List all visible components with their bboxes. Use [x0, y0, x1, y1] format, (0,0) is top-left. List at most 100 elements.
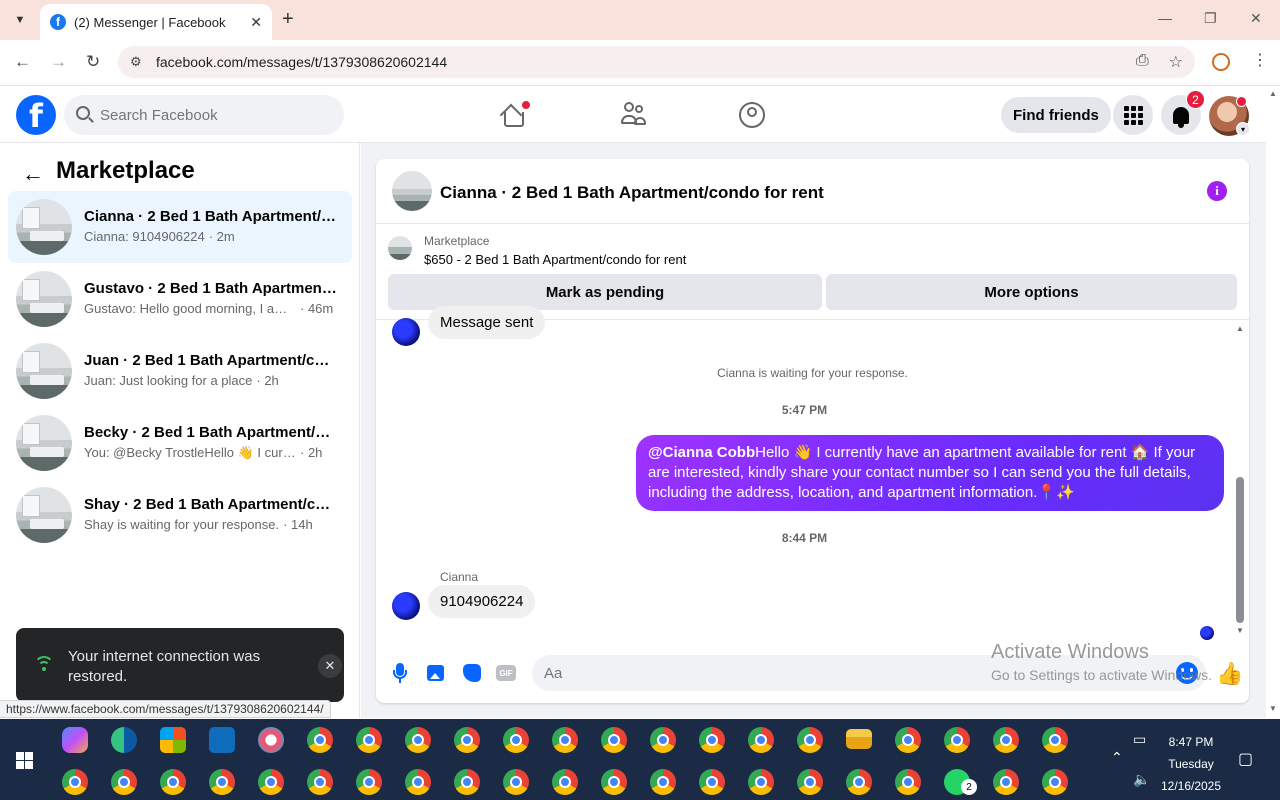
conversation-item[interactable]: Gustavo · 2 Bed 1 Bath Apartment/condo f… — [8, 263, 352, 335]
mark-as-pending-button[interactable]: Mark as pending — [388, 274, 822, 310]
page-scrollbar[interactable]: ▲ ▼ — [1266, 87, 1280, 718]
conversation-item[interactable]: Becky · 2 Bed 1 Bath Apartment/condo for… — [8, 407, 352, 479]
chrome-icon[interactable] — [307, 769, 333, 795]
bookmark-star-icon[interactable]: ☆ — [1169, 52, 1183, 72]
chat-title[interactable]: Cianna · 2 Bed 1 Bath Apartment/condo fo… — [440, 183, 824, 203]
chrome-icon[interactable] — [552, 727, 578, 753]
groups-nav-icon[interactable] — [738, 101, 766, 129]
chrome-icon[interactable] — [699, 727, 725, 753]
chrome-icon[interactable] — [895, 727, 921, 753]
chrome-icon[interactable] — [405, 769, 431, 795]
tray-chevron-icon[interactable]: ⌃ — [1111, 749, 1123, 766]
chrome-icon[interactable] — [944, 727, 970, 753]
more-options-button[interactable]: More options — [826, 274, 1237, 310]
facebook-search[interactable] — [64, 95, 344, 135]
chrome-icon[interactable] — [601, 727, 627, 753]
chat-scrollbar[interactable]: ▲ ▼ — [1233, 320, 1247, 640]
chrome-icon[interactable] — [454, 769, 480, 795]
thumbs-up-icon[interactable]: 👍 — [1216, 661, 1243, 687]
chrome-icon[interactable] — [748, 727, 774, 753]
chrome-icon[interactable] — [1042, 727, 1068, 753]
chrome-icon[interactable] — [503, 769, 529, 795]
friends-nav-icon[interactable] — [620, 101, 648, 129]
chrome-icon[interactable] — [356, 727, 382, 753]
chrome-icon[interactable] — [503, 727, 529, 753]
app-icon[interactable] — [258, 727, 284, 753]
info-icon[interactable]: i — [1207, 181, 1227, 201]
conversation-item[interactable]: Cianna · 2 Bed 1 Bath Apartment/condo fo… — [8, 191, 352, 263]
minimize-icon[interactable]: — — [1158, 10, 1172, 26]
chat-avatar[interactable] — [392, 171, 432, 211]
edge-icon[interactable] — [111, 727, 137, 753]
chrome-icon[interactable] — [405, 727, 431, 753]
volume-icon[interactable]: 🔈 — [1133, 771, 1150, 788]
photo-icon[interactable] — [426, 663, 446, 683]
tab-title: (2) Messenger | Facebook — [74, 14, 226, 30]
facebook-logo-icon[interactable]: f — [16, 95, 56, 135]
address-bar[interactable]: ⚙ facebook.com/messages/t/13793086206021… — [118, 46, 1195, 78]
chrome-icon[interactable] — [454, 727, 480, 753]
windows-start-icon[interactable] — [16, 752, 33, 769]
find-friends-button[interactable]: Find friends — [1001, 97, 1111, 133]
store-icon[interactable] — [160, 727, 186, 753]
network-icon[interactable]: ▭ — [1133, 731, 1146, 748]
browser-profile-icon[interactable] — [1212, 53, 1230, 71]
search-input[interactable] — [100, 106, 320, 124]
listing-title[interactable]: $650 - 2 Bed 1 Bath Apartment/condo for … — [424, 252, 686, 267]
scroll-down-icon[interactable]: ▼ — [1236, 626, 1244, 635]
window-close-icon[interactable]: ✕ — [1250, 10, 1262, 27]
microphone-icon[interactable] — [390, 663, 410, 683]
tab-close-icon[interactable]: ✕ — [250, 14, 262, 31]
chevron-down-icon[interactable]: ▾ — [1236, 122, 1250, 136]
conversation-item[interactable]: Shay · 2 Bed 1 Bath Apartment/condo for … — [8, 479, 352, 551]
chrome-icon[interactable] — [601, 769, 627, 795]
chrome-icon[interactable] — [797, 769, 823, 795]
chrome-icon[interactable] — [699, 769, 725, 795]
browser-tab-messenger[interactable]: f (2) Messenger | Facebook ✕ — [40, 4, 272, 40]
page-scroll-down-icon[interactable]: ▼ — [1269, 704, 1277, 713]
mention[interactable]: @Cianna Cobb — [648, 444, 755, 461]
chrome-icon[interactable] — [993, 727, 1019, 753]
chrome-icon[interactable] — [111, 769, 137, 795]
tray-clock[interactable]: 8:47 PM Tuesday 12/16/2025 — [1160, 731, 1222, 797]
chrome-icon[interactable] — [258, 769, 284, 795]
reload-icon[interactable]: ↻ — [86, 52, 100, 72]
tab-search-button[interactable]: ▼ — [6, 7, 34, 33]
chrome-icon[interactable] — [895, 769, 921, 795]
scroll-up-icon[interactable]: ▲ — [1236, 324, 1244, 333]
copilot-icon[interactable] — [62, 727, 88, 753]
file-explorer-icon[interactable] — [846, 729, 872, 749]
conversation-item[interactable]: Juan · 2 Bed 1 Bath Apartment/condo for … — [8, 335, 352, 407]
gif-icon[interactable]: GIF — [496, 663, 518, 683]
chrome-icon[interactable] — [356, 769, 382, 795]
chrome-icon[interactable] — [160, 769, 186, 795]
site-info-icon[interactable]: ⚙ — [130, 54, 142, 70]
forward-icon[interactable]: → — [50, 52, 67, 72]
sticker-icon[interactable] — [462, 663, 482, 683]
back-icon[interactable]: ← — [14, 52, 31, 72]
chrome-icon[interactable] — [748, 769, 774, 795]
chrome-icon[interactable] — [209, 769, 235, 795]
notification-center-icon[interactable]: ▢ — [1238, 749, 1253, 769]
new-tab-icon[interactable]: + — [282, 8, 294, 31]
chrome-icon[interactable] — [650, 727, 676, 753]
toast-close-icon[interactable]: ✕ — [318, 654, 342, 678]
install-app-icon[interactable]: ⎙ — [1136, 52, 1149, 72]
chrome-icon[interactable] — [1042, 769, 1068, 795]
chrome-icon[interactable] — [797, 727, 823, 753]
restore-icon[interactable]: ❐ — [1204, 10, 1217, 27]
scroll-thumb[interactable] — [1236, 477, 1244, 623]
outlook-icon[interactable] — [209, 727, 235, 753]
bell-icon — [1173, 106, 1189, 128]
page-scroll-up-icon[interactable]: ▲ — [1269, 89, 1277, 98]
chrome-icon[interactable] — [993, 769, 1019, 795]
menu-grid-button[interactable] — [1113, 95, 1153, 135]
chrome-icon[interactable] — [650, 769, 676, 795]
back-arrow-icon[interactable]: ← — [22, 161, 44, 187]
whatsapp-badge: 2 — [961, 779, 977, 795]
browser-menu-icon[interactable]: ⋮ — [1252, 50, 1268, 70]
chrome-icon[interactable] — [552, 769, 578, 795]
chrome-icon[interactable] — [62, 769, 88, 795]
chrome-icon[interactable] — [307, 727, 333, 753]
chrome-icon[interactable] — [846, 769, 872, 795]
